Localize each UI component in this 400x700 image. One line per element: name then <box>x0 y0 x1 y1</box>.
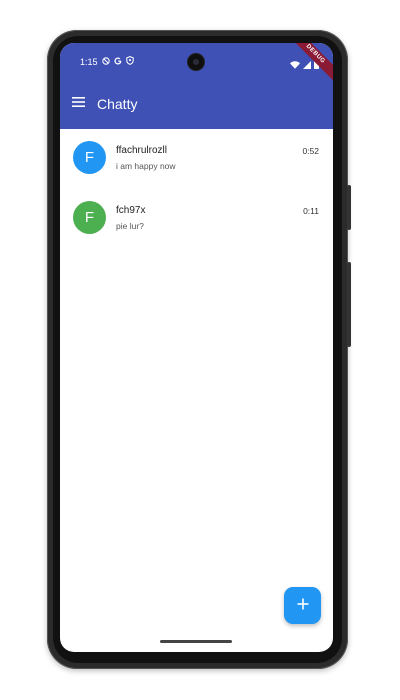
avatar: F <box>73 141 106 174</box>
page: 1:15 DEBUG Chatty F ffachrulrozll i am h… <box>0 0 400 700</box>
status-time: 1:15 <box>80 57 98 67</box>
app-title: Chatty <box>97 96 138 112</box>
chat-timestamp: 0:52 <box>302 146 319 156</box>
hamburger-menu-icon <box>71 94 85 112</box>
wifi-icon <box>290 56 300 74</box>
new-chat-fab[interactable] <box>284 587 321 624</box>
avatar: F <box>73 201 106 234</box>
chat-last-message: i am happy now <box>116 161 176 171</box>
home-indicator[interactable] <box>160 640 232 643</box>
volume-button <box>347 262 351 347</box>
google-icon <box>114 57 122 65</box>
phone-screen: 1:15 DEBUG Chatty F ffachrulrozll i am h… <box>60 43 333 652</box>
status-bar: 1:15 DEBUG <box>60 43 333 87</box>
shield-icon <box>126 56 134 65</box>
chat-timestamp: 0:11 <box>303 206 319 216</box>
chat-list-item[interactable]: F fch97x pie lur? 0:11 <box>60 189 333 249</box>
plus-icon <box>297 597 309 615</box>
chat-list: F ffachrulrozll i am happy now 0:52 F fc… <box>60 129 333 249</box>
front-camera <box>188 54 204 70</box>
chat-contact-name: ffachrulrozll <box>116 145 167 156</box>
do-not-disturb-icon <box>102 56 110 65</box>
power-button <box>347 185 351 230</box>
toolbar: Chatty <box>60 81 333 129</box>
menu-button[interactable] <box>70 95 86 111</box>
chat-last-message: pie lur? <box>116 221 144 231</box>
cellular-signal-icon <box>303 56 311 74</box>
status-icons-left <box>102 56 134 65</box>
chat-list-item[interactable]: F ffachrulrozll i am happy now 0:52 <box>60 129 333 189</box>
chat-contact-name: fch97x <box>116 205 146 216</box>
app-bar: 1:15 DEBUG Chatty <box>60 43 333 129</box>
